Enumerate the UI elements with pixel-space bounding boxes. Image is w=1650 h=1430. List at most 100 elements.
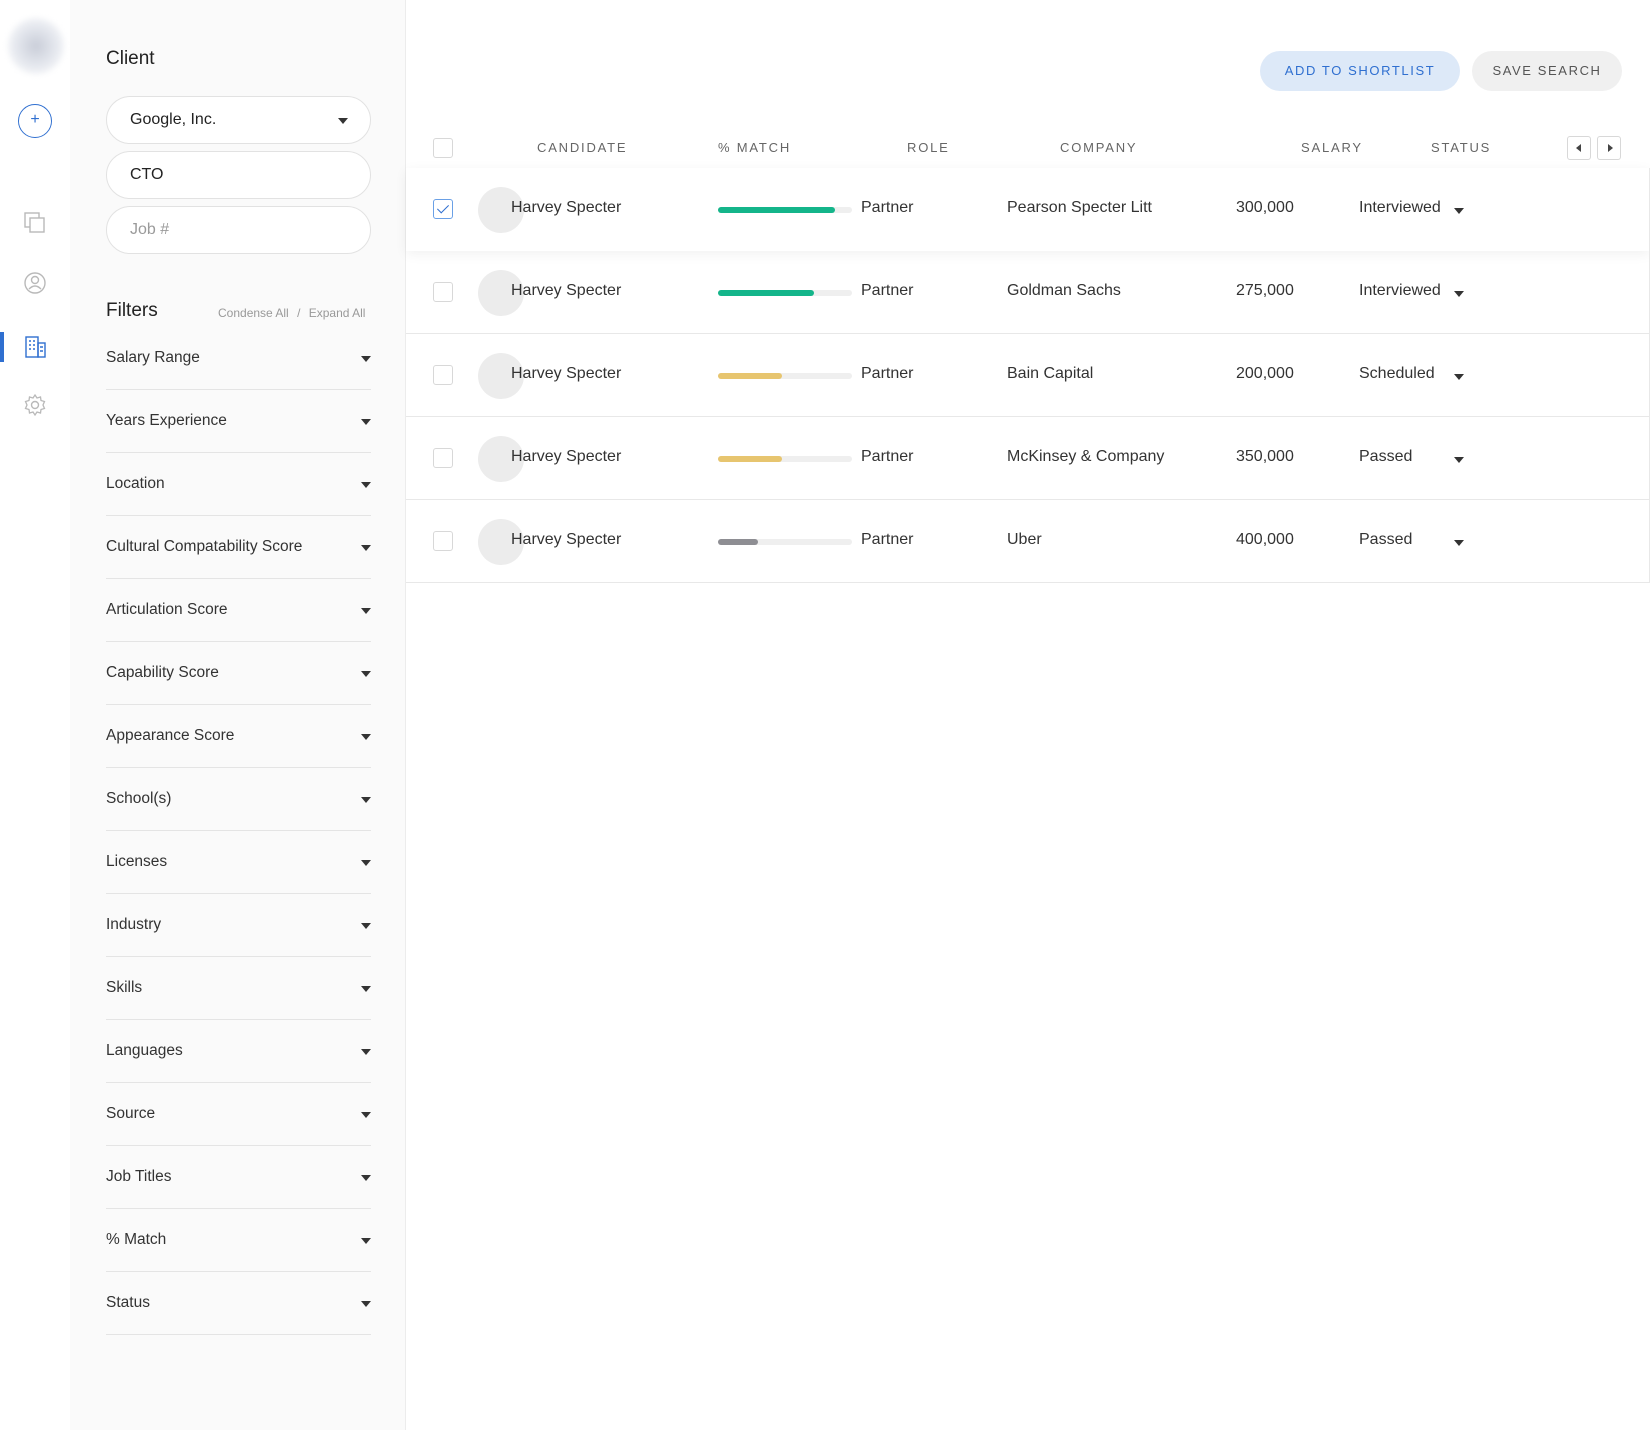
- column-company[interactable]: COMPANY: [1060, 140, 1137, 155]
- building-icon[interactable]: [22, 334, 48, 360]
- prev-page-button[interactable]: [1567, 136, 1591, 160]
- candidate-role: Partner: [861, 448, 914, 465]
- candidate-salary: 350,000: [1236, 448, 1294, 465]
- filter-item[interactable]: Salary Range: [106, 327, 371, 390]
- filter-label: % Match: [106, 1231, 167, 1248]
- condense-all-link[interactable]: Condense All: [218, 306, 289, 320]
- candidate-role: Partner: [861, 365, 914, 382]
- candidate-name[interactable]: Harvey Specter: [511, 282, 621, 300]
- match-progress-fill: [718, 373, 783, 379]
- match-progress-bar: [718, 290, 852, 296]
- match-progress-fill: [718, 456, 783, 462]
- chevron-down-icon: [361, 356, 371, 362]
- filter-label: Languages: [106, 1042, 183, 1059]
- candidate-name[interactable]: Harvey Specter: [511, 531, 621, 549]
- column-match[interactable]: % MATCH: [718, 140, 791, 155]
- candidate-status[interactable]: Scheduled: [1359, 365, 1435, 383]
- filter-label: Status: [106, 1294, 150, 1311]
- user-avatar[interactable]: [8, 18, 64, 74]
- row-checkbox[interactable]: [433, 282, 453, 302]
- match-progress-bar: [718, 207, 852, 213]
- job-number-field[interactable]: Job #: [106, 206, 371, 254]
- filter-label: Industry: [106, 916, 162, 933]
- table-row[interactable]: Harvey Specter Partner Goldman Sachs 275,00…: [406, 251, 1650, 334]
- status-dropdown-icon[interactable]: [1454, 374, 1464, 380]
- filter-item[interactable]: Skills: [106, 957, 371, 1020]
- filter-label: Skills: [106, 979, 143, 996]
- client-select[interactable]: Google, Inc.: [106, 96, 371, 144]
- select-all-checkbox[interactable]: [433, 138, 453, 158]
- candidate-company: Pearson Specter Litt: [1007, 199, 1152, 216]
- table-row[interactable]: Harvey Specter Partner McKinsey & Company 3…: [406, 417, 1650, 500]
- candidate-name[interactable]: Harvey Specter: [511, 365, 621, 383]
- candidate-status[interactable]: Interviewed: [1359, 282, 1441, 300]
- column-status[interactable]: STATUS: [1431, 140, 1491, 155]
- filters-heading: Filters: [106, 300, 158, 321]
- column-salary[interactable]: SALARY: [1301, 140, 1363, 155]
- filter-item[interactable]: School(s): [106, 768, 371, 831]
- column-candidate[interactable]: CANDIDATE: [537, 140, 627, 155]
- filter-item[interactable]: Industry: [106, 894, 371, 957]
- chevron-down-icon: [361, 860, 371, 866]
- row-checkbox[interactable]: [433, 448, 453, 468]
- status-dropdown-icon[interactable]: [1454, 540, 1464, 546]
- filter-item[interactable]: Years Experience: [106, 390, 371, 453]
- candidate-salary: 400,000: [1236, 531, 1294, 548]
- candidate-status[interactable]: Passed: [1359, 531, 1412, 549]
- chevron-down-icon: [361, 797, 371, 803]
- expand-all-link[interactable]: Expand All: [309, 306, 366, 320]
- chevron-down-icon: [338, 118, 348, 124]
- table-row[interactable]: Harvey Specter Partner Uber 400,000 Passed: [406, 500, 1650, 583]
- candidate-name[interactable]: Harvey Specter: [511, 448, 621, 466]
- candidate-status[interactable]: Interviewed: [1359, 199, 1441, 217]
- gear-icon[interactable]: [22, 392, 48, 418]
- filter-item[interactable]: Job Titles: [106, 1146, 371, 1209]
- user-circle-icon[interactable]: [22, 270, 48, 296]
- status-dropdown-icon[interactable]: [1454, 291, 1464, 297]
- candidate-name[interactable]: Harvey Specter: [511, 199, 621, 217]
- filter-item[interactable]: Languages: [106, 1020, 371, 1083]
- candidate-role: Partner: [861, 531, 914, 548]
- role-field[interactable]: CTO: [106, 151, 371, 199]
- filter-item[interactable]: % Match: [106, 1209, 371, 1272]
- table-row[interactable]: Harvey Specter Partner Pearson Specter Lit…: [406, 168, 1650, 251]
- filter-label: Location: [106, 475, 165, 492]
- match-progress-fill: [718, 539, 759, 545]
- status-dropdown-icon[interactable]: [1454, 457, 1464, 463]
- add-button[interactable]: +: [18, 104, 52, 138]
- separator: /: [297, 306, 301, 320]
- chevron-down-icon: [361, 734, 371, 740]
- filter-item[interactable]: Capability Score: [106, 642, 371, 705]
- chevron-down-icon: [361, 1112, 371, 1118]
- filter-item[interactable]: Articulation Score: [106, 579, 371, 642]
- copy-icon[interactable]: [22, 210, 48, 236]
- filter-label: Capability Score: [106, 664, 219, 681]
- table-header: CANDIDATE % MATCH ROLE COMPANY SALARY ST…: [406, 118, 1650, 168]
- chevron-down-icon: [361, 545, 371, 551]
- filter-item[interactable]: Cultural Compatability Score: [106, 516, 371, 579]
- match-progress-fill: [718, 290, 815, 296]
- candidate-status[interactable]: Passed: [1359, 448, 1412, 466]
- filter-item[interactable]: Appearance Score: [106, 705, 371, 768]
- table-row[interactable]: Harvey Specter Partner Bain Capital 200,000…: [406, 334, 1650, 417]
- column-role[interactable]: ROLE: [907, 140, 950, 155]
- filter-item[interactable]: Status: [106, 1272, 371, 1335]
- active-nav-indicator: [0, 332, 4, 362]
- filter-item[interactable]: Source: [106, 1083, 371, 1146]
- chevron-down-icon: [361, 419, 371, 425]
- add-to-shortlist-button[interactable]: ADD TO SHORTLIST: [1260, 51, 1460, 91]
- row-checkbox[interactable]: [433, 531, 453, 551]
- filter-item[interactable]: Licenses: [106, 831, 371, 894]
- candidate-company: Bain Capital: [1007, 365, 1094, 382]
- chevron-down-icon: [361, 986, 371, 992]
- row-checkbox[interactable]: [433, 199, 453, 219]
- chevron-down-icon: [361, 923, 371, 929]
- next-page-button[interactable]: [1597, 136, 1621, 160]
- match-progress-bar: [718, 539, 852, 545]
- save-search-button[interactable]: SAVE SEARCH: [1472, 51, 1622, 91]
- filter-item[interactable]: Location: [106, 453, 371, 516]
- row-checkbox[interactable]: [433, 365, 453, 385]
- status-dropdown-icon[interactable]: [1454, 208, 1464, 214]
- client-select-value: Google, Inc.: [130, 111, 217, 128]
- candidate-role: Partner: [861, 282, 914, 299]
